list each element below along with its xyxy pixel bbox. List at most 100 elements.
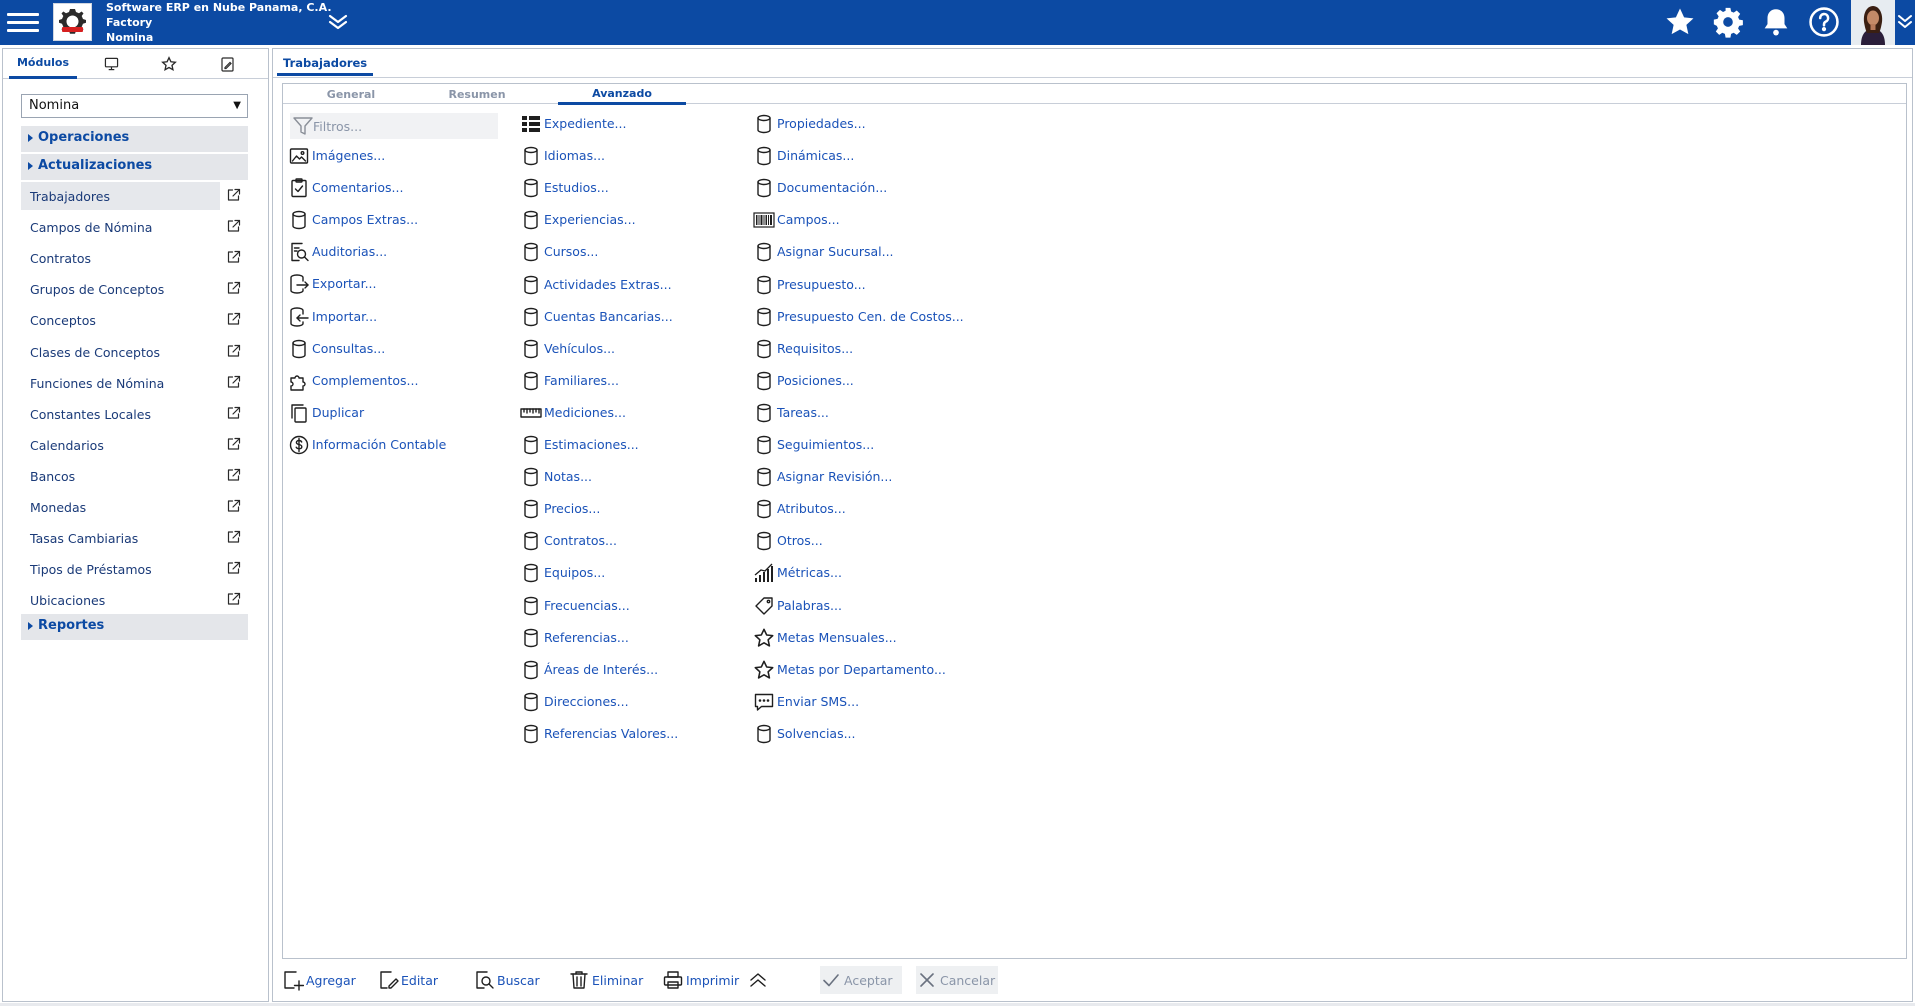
external-link-icon[interactable] — [227, 437, 241, 451]
action-metas-por-departamento[interactable]: Metas por Departamento... — [753, 659, 993, 681]
action-imagenes[interactable]: Imágenes... — [288, 145, 528, 167]
action-vehiculos[interactable]: Vehículos... — [520, 338, 760, 360]
collapse-toolbar-button[interactable] — [747, 966, 771, 994]
action-referencias-valores[interactable]: Referencias Valores... — [520, 723, 760, 745]
subtab-resumen[interactable]: Resumen — [414, 84, 540, 105]
external-link-icon[interactable] — [227, 219, 241, 233]
action-idiomas[interactable]: Idiomas... — [520, 145, 760, 167]
tab-monitor[interactable] — [91, 49, 131, 79]
section-operaciones[interactable]: Operaciones — [21, 126, 248, 152]
action-areas-de-interes[interactable]: Áreas de Interés... — [520, 659, 760, 681]
editar-button[interactable]: Editar — [377, 966, 457, 994]
action-propiedades[interactable]: Propiedades... — [753, 113, 993, 135]
buscar-button[interactable]: Buscar — [473, 966, 553, 994]
action-cuentas-bancarias[interactable]: Cuentas Bancarias... — [520, 306, 760, 328]
action-mediciones[interactable]: Mediciones... — [520, 402, 760, 424]
action-actividades-extras[interactable]: Actividades Extras... — [520, 274, 760, 296]
action-comentarios[interactable]: Comentarios... — [288, 177, 528, 199]
action-posiciones[interactable]: Posiciones... — [753, 370, 993, 392]
section-reportes[interactable]: Reportes — [21, 614, 248, 640]
sidebar-item-constantes-locales[interactable]: Constantes Locales — [21, 400, 221, 428]
menu-icon[interactable] — [7, 7, 39, 37]
bell-icon[interactable] — [1759, 5, 1793, 39]
sidebar-item-campos-de-nomina[interactable]: Campos de Nómina — [21, 213, 221, 241]
action-requisitos[interactable]: Requisitos... — [753, 338, 993, 360]
action-presupuesto[interactable]: Presupuesto... — [753, 274, 993, 296]
sidebar-item-clases-de-conceptos[interactable]: Clases de Conceptos — [21, 338, 221, 366]
action-informacion-contable[interactable]: Información Contable — [288, 434, 528, 456]
action-duplicar[interactable]: Duplicar — [288, 402, 528, 424]
sidebar-item-contratos[interactable]: Contratos — [21, 244, 221, 272]
sidebar-item-monedas[interactable]: Monedas — [21, 493, 221, 521]
action-campos-extras[interactable]: Campos Extras... — [288, 209, 528, 231]
gear-icon[interactable] — [1711, 5, 1745, 39]
subtab-avanzado[interactable]: Avanzado — [558, 84, 686, 105]
action-asignar-revision[interactable]: Asignar Revisión... — [753, 466, 993, 488]
external-link-icon[interactable] — [227, 312, 241, 326]
action-dinamicas[interactable]: Dinámicas... — [753, 145, 993, 167]
action-exportar[interactable]: Exportar... — [288, 273, 528, 295]
tab-modulos[interactable]: Módulos — [9, 49, 77, 79]
action-familiares[interactable]: Familiares... — [520, 370, 760, 392]
external-link-icon[interactable] — [227, 499, 241, 513]
external-link-icon[interactable] — [227, 406, 241, 420]
action-notas[interactable]: Notas... — [520, 466, 760, 488]
external-link-icon[interactable] — [227, 468, 241, 482]
external-link-icon[interactable] — [227, 561, 241, 575]
external-link-icon[interactable] — [227, 344, 241, 358]
external-link-icon[interactable] — [227, 250, 241, 264]
tab-edit[interactable] — [207, 49, 247, 79]
favorites-star-icon[interactable] — [1663, 5, 1697, 39]
agregar-button[interactable]: Agregar — [282, 966, 362, 994]
action-campos[interactable]: Campos... — [753, 209, 993, 231]
sidebar-item-calendarios[interactable]: Calendarios — [21, 431, 221, 459]
action-expediente[interactable]: Expediente... — [520, 113, 760, 135]
action-metricas[interactable]: Métricas... — [753, 562, 993, 584]
action-enviar-sms[interactable]: Enviar SMS... — [753, 691, 993, 713]
sidebar-item-tasas-cambiarias[interactable]: Tasas Cambiarias — [21, 524, 221, 552]
sidebar-item-conceptos[interactable]: Conceptos — [21, 306, 221, 334]
help-icon[interactable] — [1807, 5, 1841, 39]
aceptar-button[interactable]: Aceptar — [820, 966, 902, 994]
action-importar[interactable]: Importar... — [288, 306, 528, 328]
action-equipos[interactable]: Equipos... — [520, 562, 760, 584]
action-asignar-sucursal[interactable]: Asignar Sucursal... — [753, 241, 993, 263]
sidebar-item-bancos[interactable]: Bancos — [21, 462, 221, 490]
action-tareas[interactable]: Tareas... — [753, 402, 993, 424]
tab-trabajadores[interactable]: Trabajadores — [277, 52, 374, 76]
action-auditorias[interactable]: Auditorias... — [288, 241, 528, 263]
tab-favorites[interactable] — [149, 49, 189, 79]
sidebar-item-funciones-de-nomina[interactable]: Funciones de Nómina — [21, 369, 221, 397]
subtab-general[interactable]: General — [288, 84, 414, 105]
action-direcciones[interactable]: Direcciones... — [520, 691, 760, 713]
chevron-down-icon[interactable] — [1896, 12, 1914, 32]
action-solvencias[interactable]: Solvencias... — [753, 723, 993, 745]
cancelar-button[interactable]: Cancelar — [916, 966, 998, 994]
external-link-icon[interactable] — [227, 530, 241, 544]
action-estimaciones[interactable]: Estimaciones... — [520, 434, 760, 456]
section-actualizaciones[interactable]: Actualizaciones — [21, 154, 248, 180]
sidebar-item-grupos-de-conceptos[interactable]: Grupos de Conceptos — [21, 275, 221, 303]
action-complementos[interactable]: Complementos... — [288, 370, 528, 392]
sidebar-item-ubicaciones[interactable]: Ubicaciones — [21, 586, 221, 614]
action-experiencias[interactable]: Experiencias... — [520, 209, 760, 231]
action-estudios[interactable]: Estudios... — [520, 177, 760, 199]
action-cursos[interactable]: Cursos... — [520, 241, 760, 263]
action-metas-mensuales[interactable]: Metas Mensuales... — [753, 627, 993, 649]
action-presupuesto-cen-de-costos[interactable]: Presupuesto Cen. de Costos... — [753, 306, 993, 328]
external-link-icon[interactable] — [227, 592, 241, 606]
action-seguimientos[interactable]: Seguimientos... — [753, 434, 993, 456]
action-otros[interactable]: Otros... — [753, 530, 993, 552]
action-consultas[interactable]: Consultas... — [288, 338, 528, 360]
action-contratos[interactable]: Contratos... — [520, 530, 760, 552]
chevrons-down-icon[interactable] — [326, 10, 350, 34]
module-select[interactable]: Nomina ▼ — [21, 94, 248, 118]
external-link-icon[interactable] — [227, 281, 241, 295]
external-link-icon[interactable] — [227, 375, 241, 389]
imprimir-button[interactable]: Imprimir — [662, 966, 742, 994]
user-avatar[interactable] — [1851, 0, 1895, 45]
action-referencias[interactable]: Referencias... — [520, 627, 760, 649]
filter-input[interactable]: Filtros... — [290, 113, 498, 139]
sidebar-item-trabajadores[interactable]: Trabajadores — [21, 182, 220, 210]
action-precios[interactable]: Precios... — [520, 498, 760, 520]
